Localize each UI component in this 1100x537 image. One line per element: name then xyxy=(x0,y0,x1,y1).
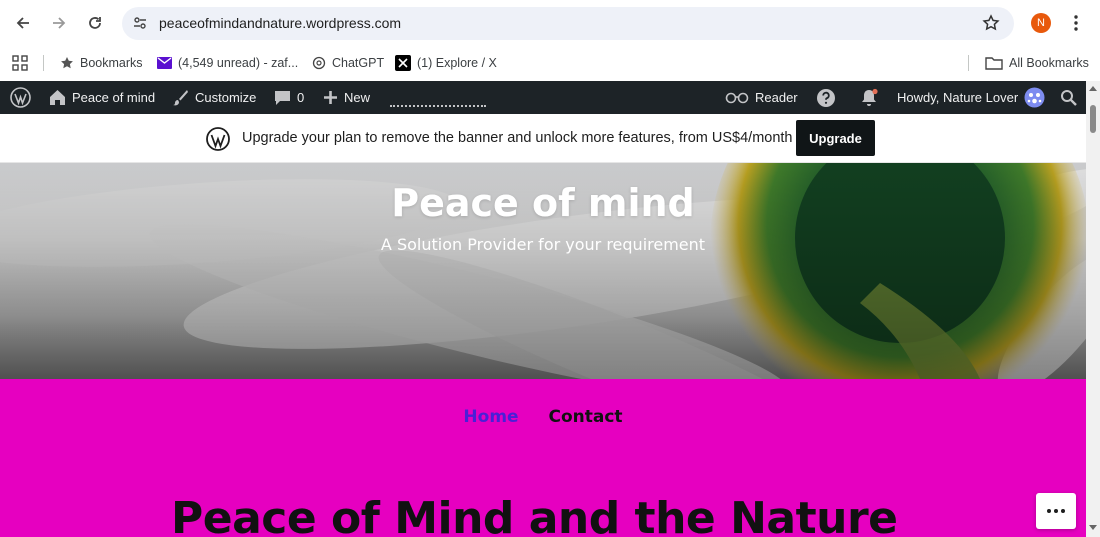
comment-bubble-icon xyxy=(275,90,290,105)
bookmarks-separator xyxy=(43,55,44,71)
brush-icon xyxy=(173,90,188,106)
bookmark-star-icon[interactable] xyxy=(982,14,1000,36)
scroll-up-arrow-icon[interactable] xyxy=(1089,86,1097,91)
search-icon xyxy=(1061,90,1077,106)
dot-icon xyxy=(1047,509,1051,513)
bookmarks-separator-2 xyxy=(968,55,969,71)
site-name-link[interactable]: Peace of mind xyxy=(49,81,155,114)
nav-link-contact[interactable]: Contact xyxy=(549,407,623,427)
new-content-link[interactable]: New xyxy=(323,81,370,114)
back-button[interactable] xyxy=(11,11,35,35)
bookmark-x[interactable]: (1) Explore / X xyxy=(395,53,497,73)
mail-icon xyxy=(157,57,172,69)
primary-navigation: Home Contact xyxy=(0,407,1086,427)
page-content: Home Contact Peace of Mind and the Natur… xyxy=(0,379,1086,537)
notifications-button[interactable] xyxy=(859,81,879,114)
reload-button[interactable] xyxy=(83,11,107,35)
comments-link[interactable]: 0 xyxy=(274,81,304,114)
bookmarks-bar: Bookmarks (4,549 unread) - zaf... ChatGP… xyxy=(0,46,1100,81)
chatgpt-icon xyxy=(312,56,326,70)
scroll-down-arrow-icon[interactable] xyxy=(1089,525,1097,530)
bell-icon xyxy=(862,88,878,106)
admin-search-button[interactable] xyxy=(1060,81,1077,114)
page-scrollbar[interactable] xyxy=(1086,81,1100,537)
upgrade-banner-text: Upgrade your plan to remove the banner a… xyxy=(242,130,793,146)
help-icon xyxy=(817,88,835,107)
bookmark-bookmarks[interactable]: Bookmarks xyxy=(60,53,143,73)
site-tagline: A Solution Provider for your requirement xyxy=(380,235,706,254)
site-title[interactable]: Peace of mind xyxy=(0,181,1086,225)
upgrade-banner: Upgrade your plan to remove the banner a… xyxy=(0,114,1086,163)
star-icon xyxy=(61,57,73,69)
back-arrow-icon xyxy=(16,17,29,29)
profile-avatar[interactable]: N xyxy=(1031,13,1051,33)
bookmark-mail[interactable]: (4,549 unread) - zaf... xyxy=(157,53,298,73)
more-options-button[interactable] xyxy=(1036,493,1076,529)
glasses-icon xyxy=(725,92,749,103)
wp-admin-bar: Peace of mind Customize 0 New Reader How… xyxy=(0,81,1086,114)
site-header-image: Peace of mind A Solution Provider for yo… xyxy=(0,163,1086,379)
all-bookmarks[interactable]: All Bookmarks xyxy=(985,53,1089,73)
chrome-menu-icon[interactable] xyxy=(1066,12,1086,34)
scrollbar-thumb[interactable] xyxy=(1090,105,1096,133)
wordpress-logo-icon xyxy=(10,87,31,108)
customize-link[interactable]: Customize xyxy=(172,81,256,114)
apps-grid-icon[interactable] xyxy=(11,53,29,73)
dot-icon xyxy=(1054,509,1058,513)
user-avatar-icon xyxy=(1024,87,1045,108)
forward-arrow-icon xyxy=(53,17,66,29)
wordpress-logo-button[interactable] xyxy=(10,81,31,114)
wordpress-logo-icon xyxy=(206,127,230,151)
help-button[interactable] xyxy=(816,81,836,114)
address-bar[interactable]: peaceofmindandnature.wordpress.com xyxy=(122,7,1014,40)
url-text: peaceofmindandnature.wordpress.com xyxy=(159,15,402,31)
admin-bar-dotted-line xyxy=(390,105,486,107)
nav-link-home[interactable]: Home xyxy=(463,407,518,427)
plus-icon xyxy=(324,91,337,104)
home-icon xyxy=(50,90,65,105)
bookmark-chatgpt[interactable]: ChatGPT xyxy=(312,53,384,73)
dot-icon xyxy=(1061,509,1065,513)
reload-icon xyxy=(89,17,101,29)
reader-link[interactable]: Reader xyxy=(725,81,798,114)
upgrade-button[interactable]: Upgrade xyxy=(796,120,875,156)
site-info-icon[interactable] xyxy=(132,15,148,35)
folder-icon xyxy=(985,57,1003,70)
x-logo-icon xyxy=(395,55,411,71)
account-menu[interactable]: Howdy, Nature Lover xyxy=(897,81,1045,114)
page-title: Peace of Mind and the Nature xyxy=(171,493,898,537)
forward-button[interactable] xyxy=(47,11,71,35)
browser-toolbar: peaceofmindandnature.wordpress.com N xyxy=(0,0,1100,46)
